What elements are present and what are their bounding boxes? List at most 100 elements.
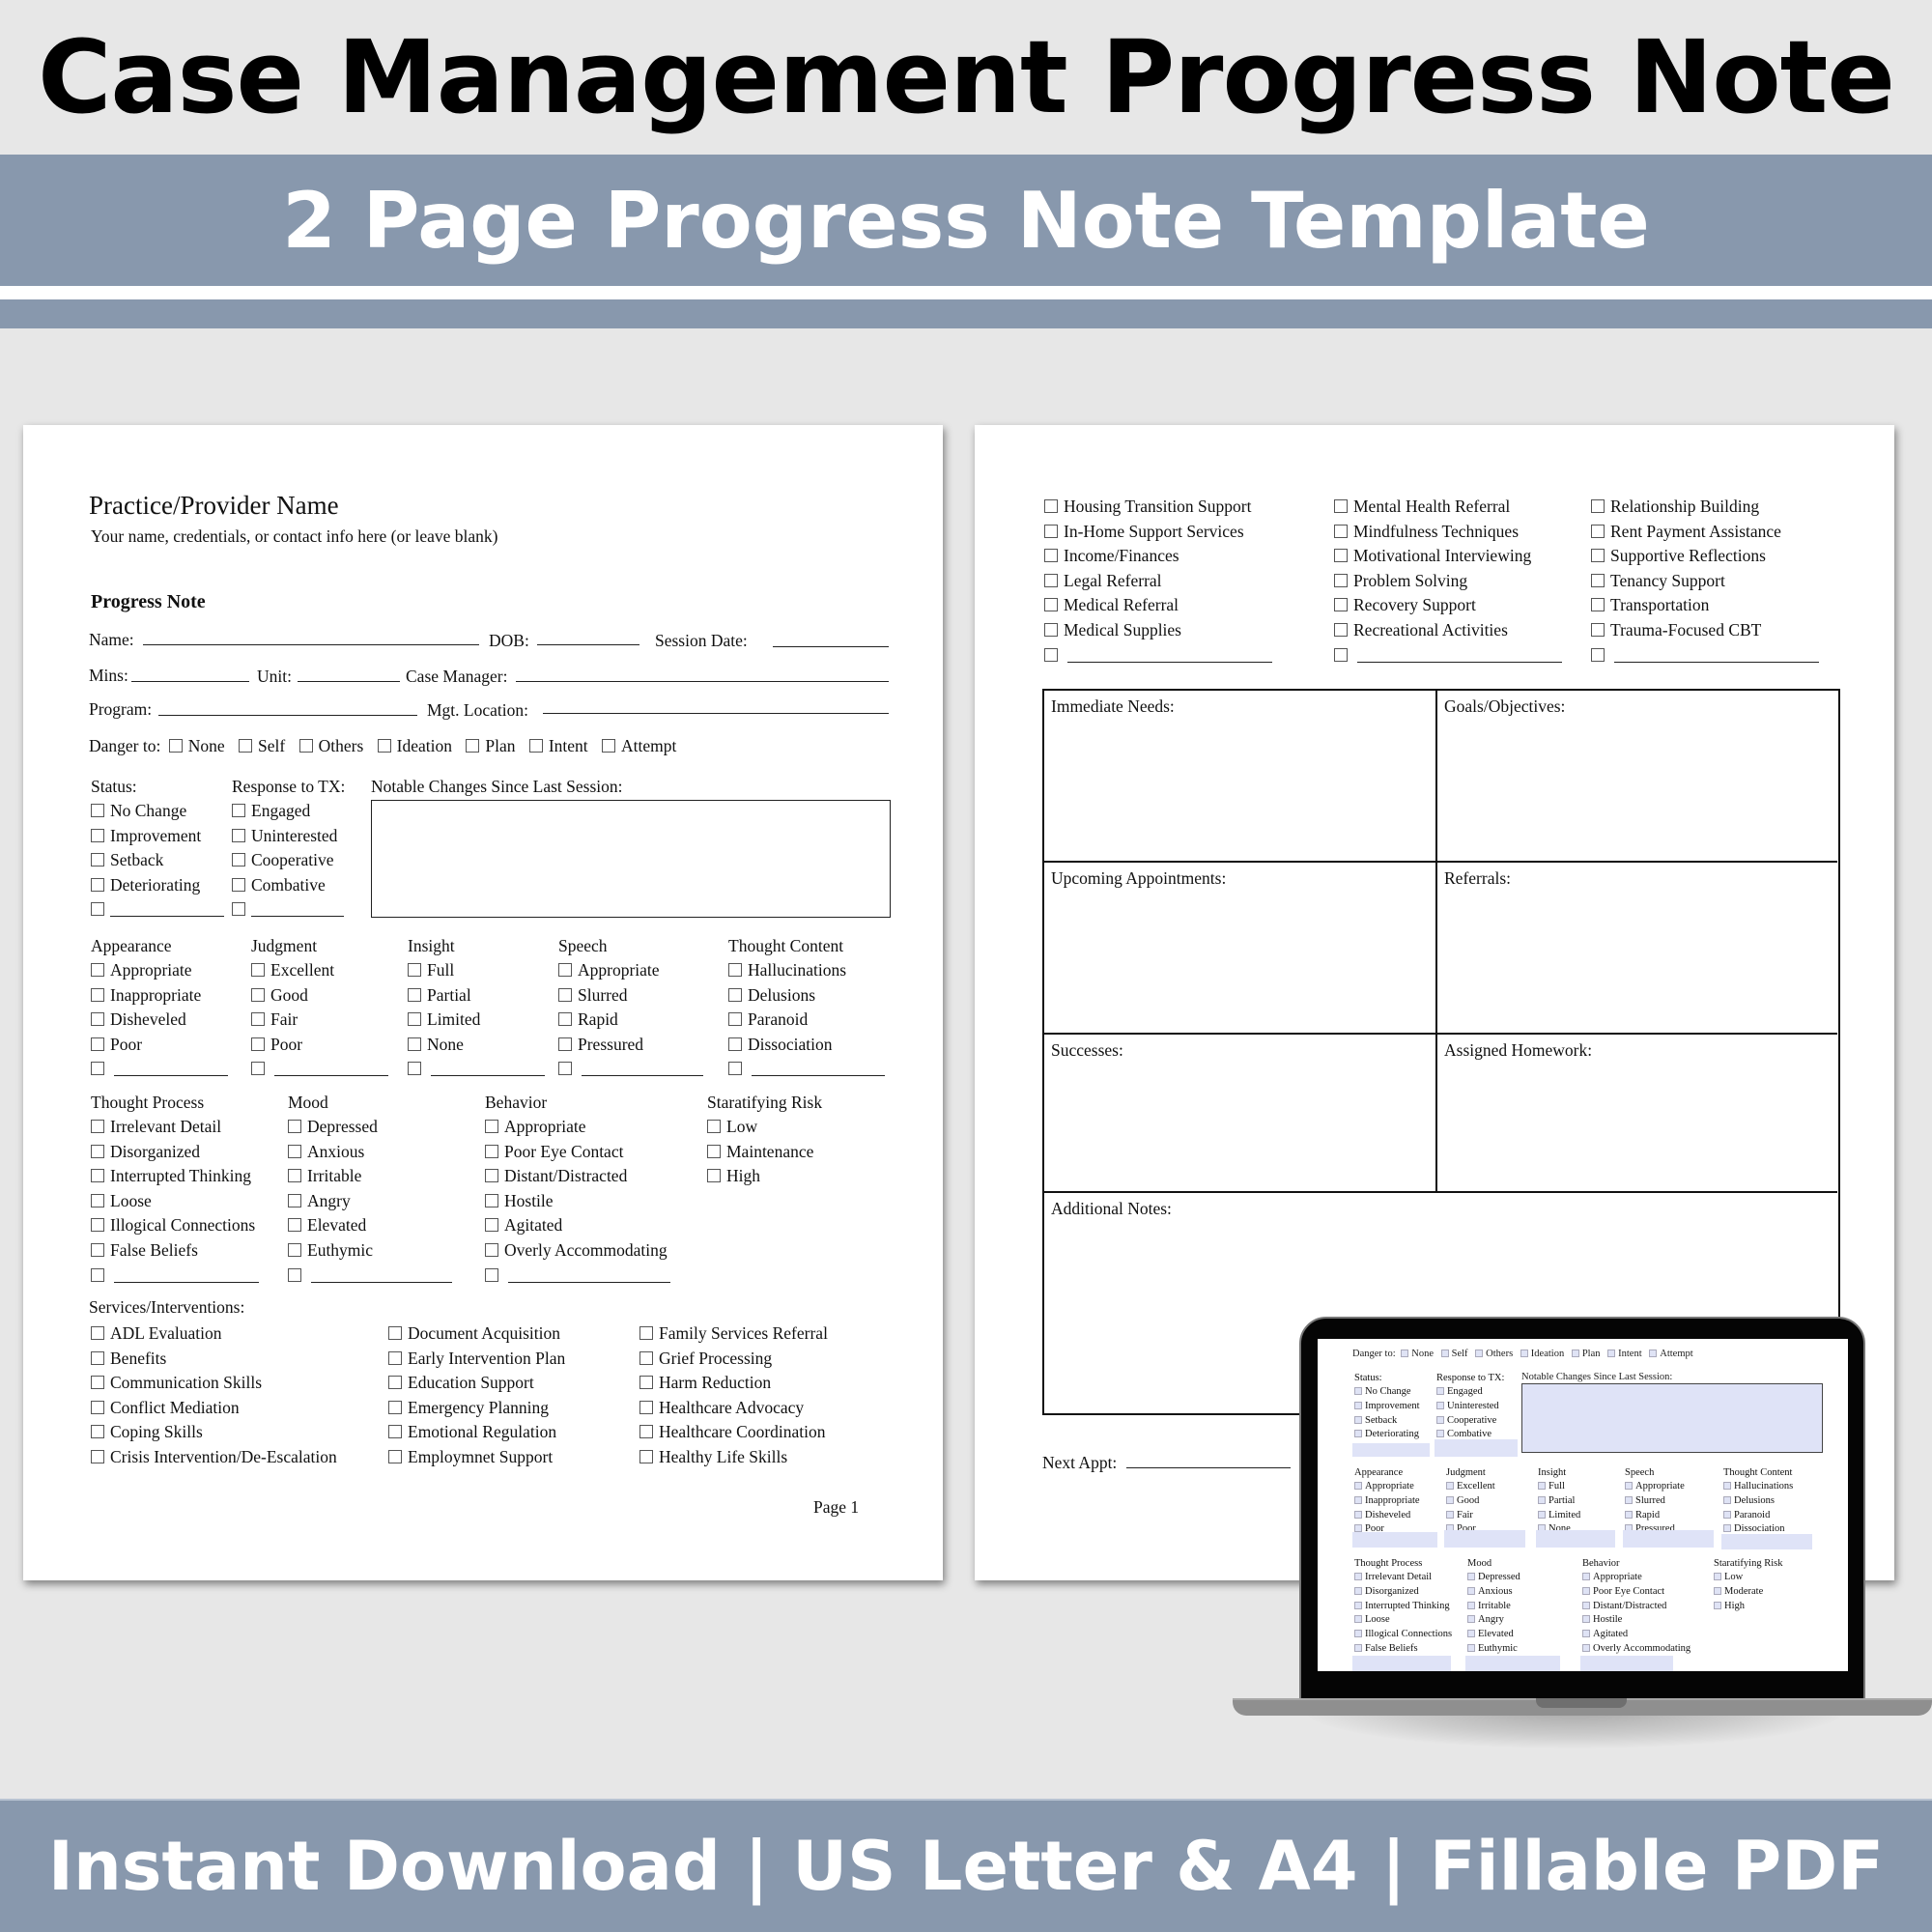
option-checkbox[interactable]: [1354, 1643, 1362, 1652]
laptop-other-field[interactable]: [1465, 1656, 1560, 1671]
other-checkbox[interactable]: [91, 1062, 104, 1076]
option-checkbox[interactable]: [707, 1120, 721, 1133]
laptop-status-other-field[interactable]: [1352, 1443, 1430, 1457]
option-checkbox[interactable]: [91, 1037, 104, 1051]
upcoming-appointments-box[interactable]: Upcoming Appointments:: [1044, 863, 1437, 1035]
other-checkbox[interactable]: [288, 1267, 301, 1282]
option-checkbox[interactable]: [1467, 1573, 1475, 1580]
option-checkbox[interactable]: [558, 1037, 572, 1051]
option-checkbox[interactable]: [1714, 1573, 1721, 1580]
service-checkbox[interactable]: [1334, 524, 1348, 538]
option-checkbox[interactable]: [288, 1218, 301, 1233]
service-checkbox[interactable]: [388, 1425, 402, 1439]
service-checkbox[interactable]: [1591, 622, 1605, 637]
laptop-other-field[interactable]: [1352, 1532, 1437, 1548]
status-checkbox[interactable]: [91, 804, 104, 817]
service-checkbox[interactable]: [1591, 524, 1605, 538]
laptop-other-field[interactable]: [1352, 1656, 1451, 1671]
session-date-field[interactable]: [773, 634, 889, 647]
danger-checkbox[interactable]: [528, 739, 543, 753]
laptop-other-field[interactable]: [1444, 1530, 1525, 1548]
service-checkbox[interactable]: [388, 1326, 402, 1340]
status-checkbox[interactable]: [91, 828, 104, 842]
option-checkbox[interactable]: [1467, 1586, 1475, 1595]
option-checkbox[interactable]: [91, 1169, 104, 1183]
option-checkbox[interactable]: [91, 987, 104, 1002]
other-field[interactable]: [752, 1063, 885, 1077]
danger-checkbox[interactable]: [466, 739, 480, 753]
option-checkbox[interactable]: [728, 987, 742, 1002]
danger-checkbox[interactable]: [1607, 1350, 1616, 1357]
status-checkbox[interactable]: [91, 853, 104, 867]
option-checkbox[interactable]: [485, 1169, 498, 1183]
other-checkbox[interactable]: [485, 1267, 498, 1282]
option-checkbox[interactable]: [728, 1012, 742, 1027]
danger-checkbox[interactable]: [1649, 1350, 1658, 1357]
other-checkbox[interactable]: [558, 1062, 572, 1076]
service-checkbox[interactable]: [91, 1400, 104, 1414]
option-checkbox[interactable]: [1538, 1495, 1546, 1504]
status-checkbox[interactable]: [91, 877, 104, 892]
option-checkbox[interactable]: [288, 1144, 301, 1158]
option-checkbox[interactable]: [1354, 1601, 1362, 1609]
other-checkbox[interactable]: [1591, 647, 1605, 662]
option-checkbox[interactable]: [1467, 1601, 1475, 1609]
danger-checkbox[interactable]: [1401, 1350, 1409, 1357]
service-checkbox[interactable]: [1044, 622, 1058, 637]
service-checkbox[interactable]: [639, 1376, 653, 1390]
service-checkbox[interactable]: [388, 1376, 402, 1390]
option-checkbox[interactable]: [1467, 1630, 1475, 1638]
option-checkbox[interactable]: [1723, 1510, 1731, 1519]
response-other-field[interactable]: [251, 903, 344, 918]
next-appt-field[interactable]: [1126, 1455, 1291, 1468]
service-checkbox[interactable]: [639, 1326, 653, 1340]
danger-checkbox[interactable]: [1571, 1350, 1579, 1357]
option-checkbox[interactable]: [91, 1012, 104, 1027]
option-checkbox[interactable]: [408, 1012, 421, 1027]
other-field[interactable]: [311, 1269, 452, 1283]
option-checkbox[interactable]: [1467, 1615, 1475, 1624]
option-checkbox[interactable]: [1354, 1430, 1362, 1438]
option-checkbox[interactable]: [1354, 1615, 1362, 1624]
other-checkbox[interactable]: [408, 1062, 421, 1076]
option-checkbox[interactable]: [485, 1193, 498, 1208]
response-checkbox[interactable]: [232, 853, 245, 867]
option-checkbox[interactable]: [1446, 1495, 1454, 1504]
laptop-notable-textarea[interactable]: [1521, 1383, 1823, 1453]
response-checkbox[interactable]: [232, 828, 245, 842]
option-checkbox[interactable]: [251, 987, 265, 1002]
option-checkbox[interactable]: [728, 1037, 742, 1051]
laptop-other-field[interactable]: [1580, 1656, 1673, 1671]
other-field[interactable]: [508, 1269, 670, 1283]
service-checkbox[interactable]: [388, 1400, 402, 1414]
danger-checkbox[interactable]: [1475, 1350, 1484, 1357]
other-field[interactable]: [431, 1063, 545, 1077]
successes-box[interactable]: Successes:: [1044, 1035, 1437, 1193]
service-checkbox[interactable]: [1044, 598, 1058, 612]
service-checkbox[interactable]: [1044, 499, 1058, 513]
service-checkbox[interactable]: [1334, 573, 1348, 587]
option-checkbox[interactable]: [1582, 1615, 1590, 1624]
option-checkbox[interactable]: [485, 1242, 498, 1257]
other-field[interactable]: [114, 1063, 228, 1077]
laptop-other-field[interactable]: [1623, 1530, 1714, 1548]
option-checkbox[interactable]: [558, 963, 572, 977]
option-checkbox[interactable]: [707, 1144, 721, 1158]
option-checkbox[interactable]: [408, 987, 421, 1002]
option-checkbox[interactable]: [91, 1193, 104, 1208]
danger-checkbox[interactable]: [239, 739, 253, 753]
other-checkbox[interactable]: [1334, 647, 1348, 662]
case-manager-field[interactable]: [516, 668, 889, 682]
immediate-needs-box[interactable]: Immediate Needs:: [1044, 691, 1437, 863]
option-checkbox[interactable]: [1446, 1510, 1454, 1519]
service-checkbox[interactable]: [1334, 622, 1348, 637]
service-checkbox[interactable]: [1591, 499, 1605, 513]
other-field[interactable]: [582, 1063, 703, 1077]
service-checkbox[interactable]: [1591, 573, 1605, 587]
laptop-other-field[interactable]: [1536, 1530, 1615, 1548]
option-checkbox[interactable]: [1354, 1510, 1362, 1519]
service-checkbox[interactable]: [639, 1425, 653, 1439]
option-checkbox[interactable]: [1354, 1415, 1362, 1424]
option-checkbox[interactable]: [1625, 1510, 1633, 1519]
service-checkbox[interactable]: [91, 1425, 104, 1439]
